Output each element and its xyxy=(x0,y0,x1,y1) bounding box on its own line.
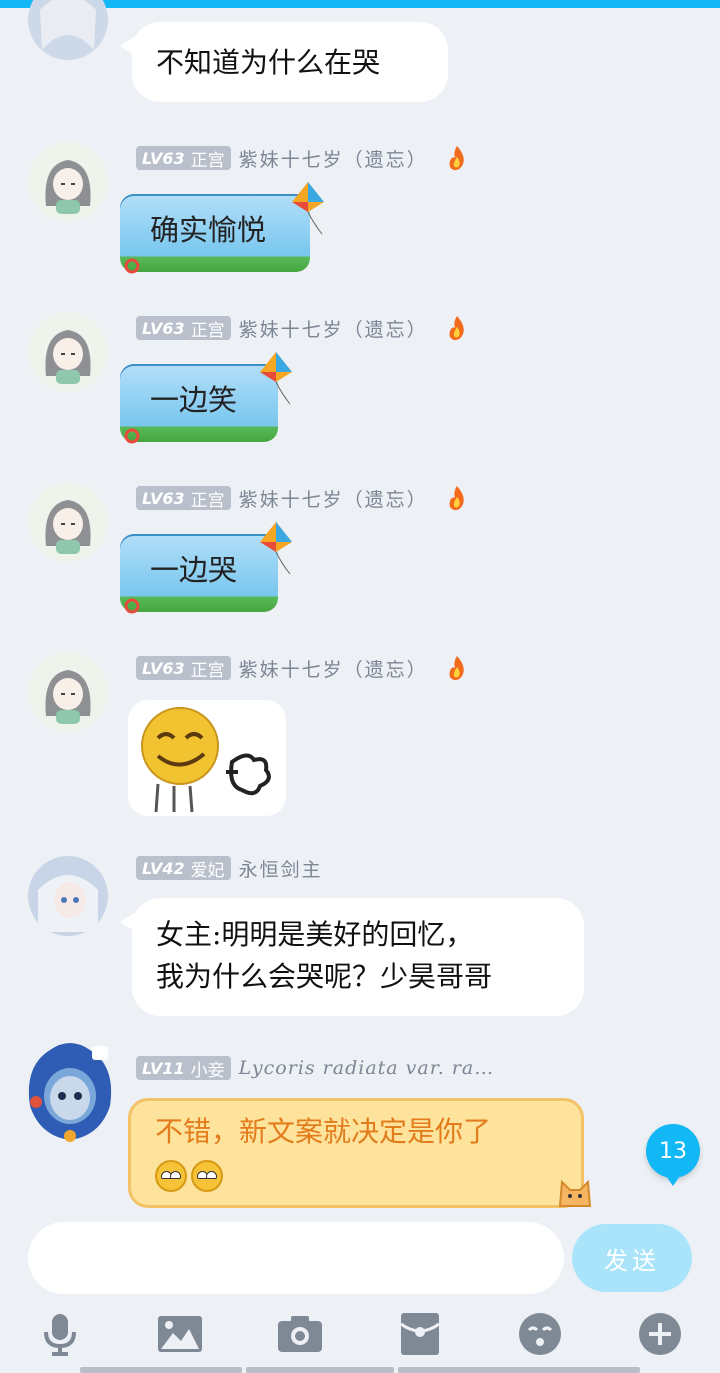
kite-icon xyxy=(292,182,324,235)
composer-bar: 发送 xyxy=(0,1210,720,1302)
avatar[interactable] xyxy=(28,0,108,60)
panel-indicator xyxy=(80,1367,242,1373)
level-badge: LV63 正宫 xyxy=(136,316,231,341)
message-bubble[interactable]: 确实愉悦 xyxy=(120,194,310,272)
avatar[interactable] xyxy=(28,312,108,392)
message-sender-line: LV42 爱妃 永恒剑主 xyxy=(136,855,323,881)
message-sender-line: LV63 正宫 紫妹十七岁（遗忘） xyxy=(136,655,468,681)
fire-icon xyxy=(449,486,464,511)
message-sender-line: LV11 小妾 Lycoris radiata var. ra… xyxy=(136,1055,494,1081)
message-text: 确实愉悦 xyxy=(150,213,267,247)
cat-decoration-icon xyxy=(558,1179,592,1207)
message-input[interactable] xyxy=(28,1222,564,1294)
emoji-icon[interactable] xyxy=(516,1310,564,1358)
sender-nickname[interactable]: 紫妹十七岁（遗忘） xyxy=(239,655,428,682)
message-sender-line: LV63 正宫 紫妹十七岁（遗忘） xyxy=(136,485,468,511)
message-text: 不知道为什么在哭 xyxy=(156,46,381,79)
message-text: 一边笑 xyxy=(150,383,238,417)
avatar[interactable] xyxy=(20,1036,120,1146)
sender-nickname[interactable]: 紫妹十七岁（遗忘） xyxy=(239,485,428,512)
message-text-line: 我为什么会哭呢？少昊哥哥 xyxy=(156,960,493,993)
bubble-decoration-icon xyxy=(124,258,140,274)
fire-icon xyxy=(449,656,464,681)
message-bubble[interactable]: 不知道为什么在哭 xyxy=(120,22,448,102)
unread-count-badge[interactable]: 13 xyxy=(646,1124,700,1186)
smirk-face-sticker-icon xyxy=(141,707,271,813)
bubble-decoration-icon xyxy=(124,598,140,614)
red-packet-icon[interactable] xyxy=(396,1310,444,1358)
smirk-emoji-icon xyxy=(155,1159,187,1192)
chat-message-list[interactable]: 不知道为什么在哭 LV63 正宫 紫妹十七岁（遗忘） 确实愉悦 LV63 正宫 紫妹… xyxy=(0,0,720,1210)
level-badge: LV42 爱妃 xyxy=(136,856,231,881)
message-sender-line: LV63 正宫 紫妹十七岁（遗忘） xyxy=(136,145,468,171)
message-text: 一边哭 xyxy=(150,553,238,587)
level-badge: LV63 正宫 xyxy=(136,486,231,511)
fire-icon xyxy=(449,316,464,341)
level-badge: LV63 正宫 xyxy=(136,656,231,681)
message-text-line: 女主:明明是美好的回忆， xyxy=(156,918,474,951)
avatar[interactable] xyxy=(28,856,108,936)
level-badge: LV63 正宫 xyxy=(136,146,231,171)
avatar[interactable] xyxy=(28,652,108,732)
send-button[interactable]: 发送 xyxy=(572,1224,692,1292)
avatar[interactable] xyxy=(28,482,108,562)
input-toolbar xyxy=(0,1302,720,1373)
microphone-icon[interactable] xyxy=(36,1310,84,1358)
sender-nickname[interactable]: Lycoris radiata var. ra… xyxy=(239,1057,495,1079)
kite-icon xyxy=(260,522,292,575)
smirk-emoji-icon xyxy=(191,1159,223,1192)
image-icon[interactable] xyxy=(156,1310,204,1358)
sender-nickname[interactable]: 紫妹十七岁（遗忘） xyxy=(239,145,428,172)
message-bubble[interactable]: 女主:明明是美好的回忆， 我为什么会哭呢？少昊哥哥 xyxy=(120,898,584,1016)
sticker-message[interactable] xyxy=(128,700,286,816)
avatar[interactable] xyxy=(28,142,108,222)
plus-icon[interactable] xyxy=(636,1310,684,1358)
kite-icon xyxy=(260,352,292,405)
panel-indicator xyxy=(246,1367,394,1373)
fire-icon xyxy=(449,146,464,171)
sender-nickname[interactable]: 紫妹十七岁（遗忘） xyxy=(239,315,428,342)
message-bubble[interactable]: 不错，新文案就决定是你了 xyxy=(128,1098,584,1208)
message-sender-line: LV63 正宫 紫妹十七岁（遗忘） xyxy=(136,315,468,341)
bubble-decoration-icon xyxy=(124,428,140,444)
panel-indicator xyxy=(398,1367,640,1373)
camera-icon[interactable] xyxy=(276,1310,324,1358)
sender-nickname[interactable]: 永恒剑主 xyxy=(239,855,323,882)
message-text: 不错，新文案就决定是你了 xyxy=(155,1115,492,1148)
level-badge: LV11 小妾 xyxy=(136,1056,231,1081)
